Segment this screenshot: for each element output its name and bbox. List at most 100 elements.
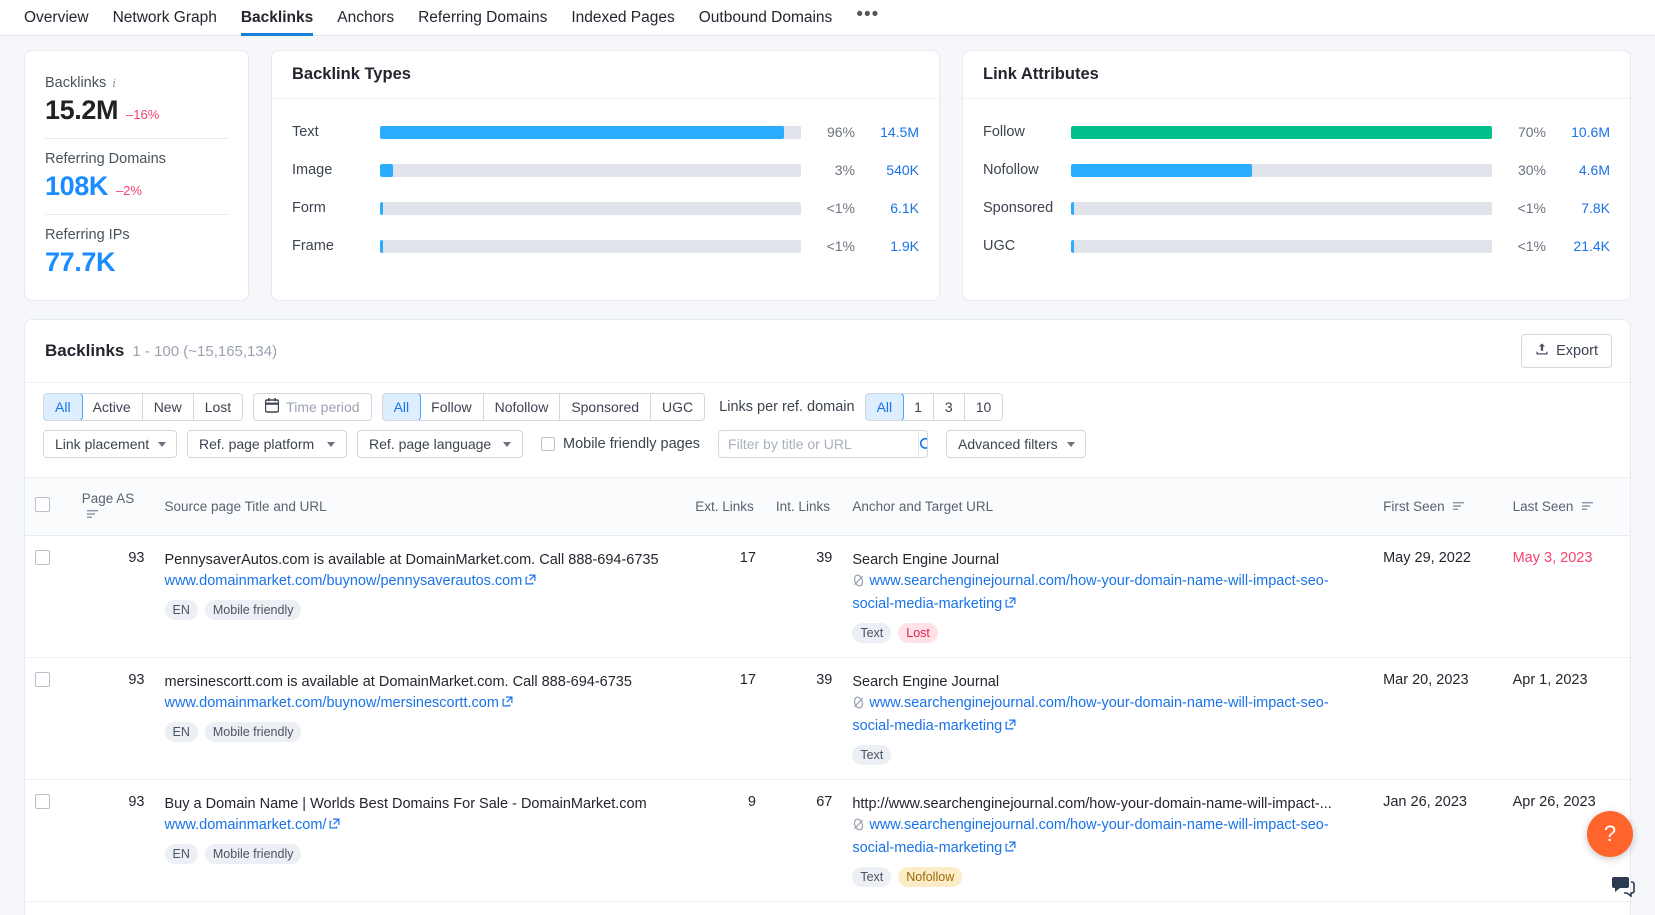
tab-indexed-pages[interactable]: Indexed Pages [571,0,674,36]
table-row[interactable]: 93 mersinescortt.com is available at Doma… [25,657,1630,781]
table-row[interactable]: https://www.forbes.com/sites/forbestechc… [25,901,1630,915]
bar-percent: 3% [834,162,855,178]
export-label: Export [1556,343,1598,359]
bar-count[interactable]: 540K [857,162,919,178]
metric-value-row: 15.2M –16% [45,95,228,126]
tag-mobile-friendly: Mobile friendly [204,599,302,620]
tab-network-graph[interactable]: Network Graph [113,0,217,36]
bar-row-text: Text 96% 14.5M [292,113,919,151]
metric-referring-domains: Referring Domains 108K –2% [45,138,228,214]
source-url[interactable]: www.domainmarket.com/buynow/mersinescort… [165,695,499,711]
bar-count[interactable]: 6.1K [857,200,919,216]
backlink-types-title: Backlink Types [272,51,939,99]
mobile-friendly-checkbox[interactable] [541,437,555,451]
link-attributes-card: Link Attributes Follow 70% 10.6M Nofollow 30… [962,50,1631,301]
dropdown-ref-page-platform[interactable]: Ref. page platform [187,430,347,458]
tab-anchors[interactable]: Anchors [337,0,394,36]
bar-count[interactable]: 7.8K [1548,200,1610,216]
tag-text: Text [852,745,892,766]
help-button[interactable]: ? [1587,811,1633,857]
header-last-seen[interactable]: Last Seen [1502,477,1630,536]
row-checkbox[interactable] [35,671,50,687]
table-row[interactable]: 93 Buy a Domain Name | Worlds Best Domain… [25,779,1630,903]
source-url[interactable]: www.domainmarket.com/ [165,817,327,833]
metric-delta: –16% [126,107,160,122]
tag-en: EN [164,844,198,865]
search-input[interactable] [719,436,919,452]
tag-en: EN [164,722,198,743]
external-link-icon [525,573,536,589]
source-url[interactable]: www.domainmarket.com/buynow/pennysaverau… [165,573,523,589]
time-period-label: Time period [286,399,360,415]
links-per-domain-filter-3[interactable]: 3 [933,394,965,420]
attribute-filter-nofollow[interactable]: Nofollow [483,394,561,420]
target-url[interactable]: www.searchenginejournal.com/how-your-dom… [852,573,1328,612]
advanced-filters-dropdown[interactable]: Advanced filters [946,430,1087,458]
metric-label: Backlinks i [45,75,228,91]
dropdown-ref-page-language[interactable]: Ref. page language [357,430,523,458]
header-page-as[interactable]: Page AS [71,477,155,536]
select-all-checkbox[interactable] [35,497,50,513]
status-filter-new[interactable]: New [142,394,194,420]
table-row[interactable]: 93 PennysaverAutos.com is available at Do… [25,535,1630,658]
tab-overview[interactable]: Overview [24,0,89,36]
header-first-seen[interactable]: First Seen [1373,477,1503,536]
bar-count[interactable]: 21.4K [1548,238,1610,254]
nofollow-icon [852,695,865,716]
tab-backlinks[interactable]: Backlinks [241,0,313,36]
dropdown-label: Ref. page language [369,436,492,452]
bar-count[interactable]: 10.6M [1548,124,1610,140]
metric-delta: –2% [115,183,142,198]
anchor-text: http://www.searchenginejournal.com/how-y… [852,796,1332,813]
header-int-links: Int. Links [765,477,843,536]
bar-count[interactable]: 1.9K [857,238,919,254]
sort-icon[interactable] [1582,499,1594,514]
backlinks-panel: Backlinks 1 - 100 (~15,165,134) Export A… [24,319,1631,915]
links-per-domain-filter-10[interactable]: 10 [964,394,1003,420]
attribute-filter-ugc[interactable]: UGC [651,394,705,420]
attribute-filter-all[interactable]: All [382,394,422,420]
target-url[interactable]: www.searchenginejournal.com/how-your-dom… [852,817,1328,856]
attribute-filter-follow[interactable]: Follow [420,394,484,420]
filter-search-box [718,430,929,458]
status-filter-active[interactable]: Active [81,394,143,420]
info-icon[interactable]: i [112,76,124,89]
external-link-icon [1005,594,1016,615]
tab-referring-domains[interactable]: Referring Domains [418,0,547,36]
export-button[interactable]: Export [1521,334,1612,368]
cell-ext-links: 17 [685,657,766,781]
backlinks-table-body: 93 PennysaverAutos.com is available at Do… [25,535,1630,915]
mobile-friendly-filter[interactable]: Mobile friendly pages [541,436,700,452]
status-filter-all[interactable]: All [44,394,83,420]
time-period-filter[interactable]: Time period [253,393,372,421]
dropdown-link-placement[interactable]: Link placement [43,430,177,458]
bar-count[interactable]: 14.5M [857,124,919,140]
sort-icon[interactable] [86,507,98,522]
links-per-domain-filter-all[interactable]: All [865,394,905,420]
bar-label: UGC [983,238,1016,254]
more-tabs-icon[interactable]: ••• [856,4,879,32]
sort-icon[interactable] [1453,499,1465,514]
chat-button[interactable] [1609,875,1637,901]
bar-count[interactable]: 4.6M [1548,162,1610,178]
cell-ext-links: 17 [685,535,766,658]
target-url-line: www.searchenginejournal.com/how-your-dom… [852,693,1363,737]
metric-value: 77.7K [45,247,116,277]
metric-value-row: 108K –2% [45,171,228,202]
search-button[interactable] [918,431,928,457]
tag-mobile-friendly: Mobile friendly [204,844,302,865]
attribute-filter: All Follow Nofollow Sponsored UGC [381,393,706,421]
backlink-types-card: Backlink Types Text 96% 14.5M Image 3% 540K Fo… [271,50,940,301]
links-per-domain-filter-1[interactable]: 1 [903,394,934,420]
source-url-line: www.domainmarket.com/buynow/pennysaverau… [165,571,676,592]
row-checkbox[interactable] [35,549,50,565]
header-page-as-label: Page AS [81,491,135,506]
cell-first-seen: Jan 26, 2023 [1373,901,1503,915]
status-filter-lost[interactable]: Lost [193,394,243,420]
attribute-filter-sponsored[interactable]: Sponsored [560,394,652,420]
cell-int-links [765,901,843,915]
target-url[interactable]: www.searchenginejournal.com/how-your-dom… [852,695,1328,734]
cell-source: Buy a Domain Name | Worlds Best Domains … [154,779,686,903]
row-checkbox[interactable] [35,794,50,810]
tab-outbound-domains[interactable]: Outbound Domains [699,0,833,36]
